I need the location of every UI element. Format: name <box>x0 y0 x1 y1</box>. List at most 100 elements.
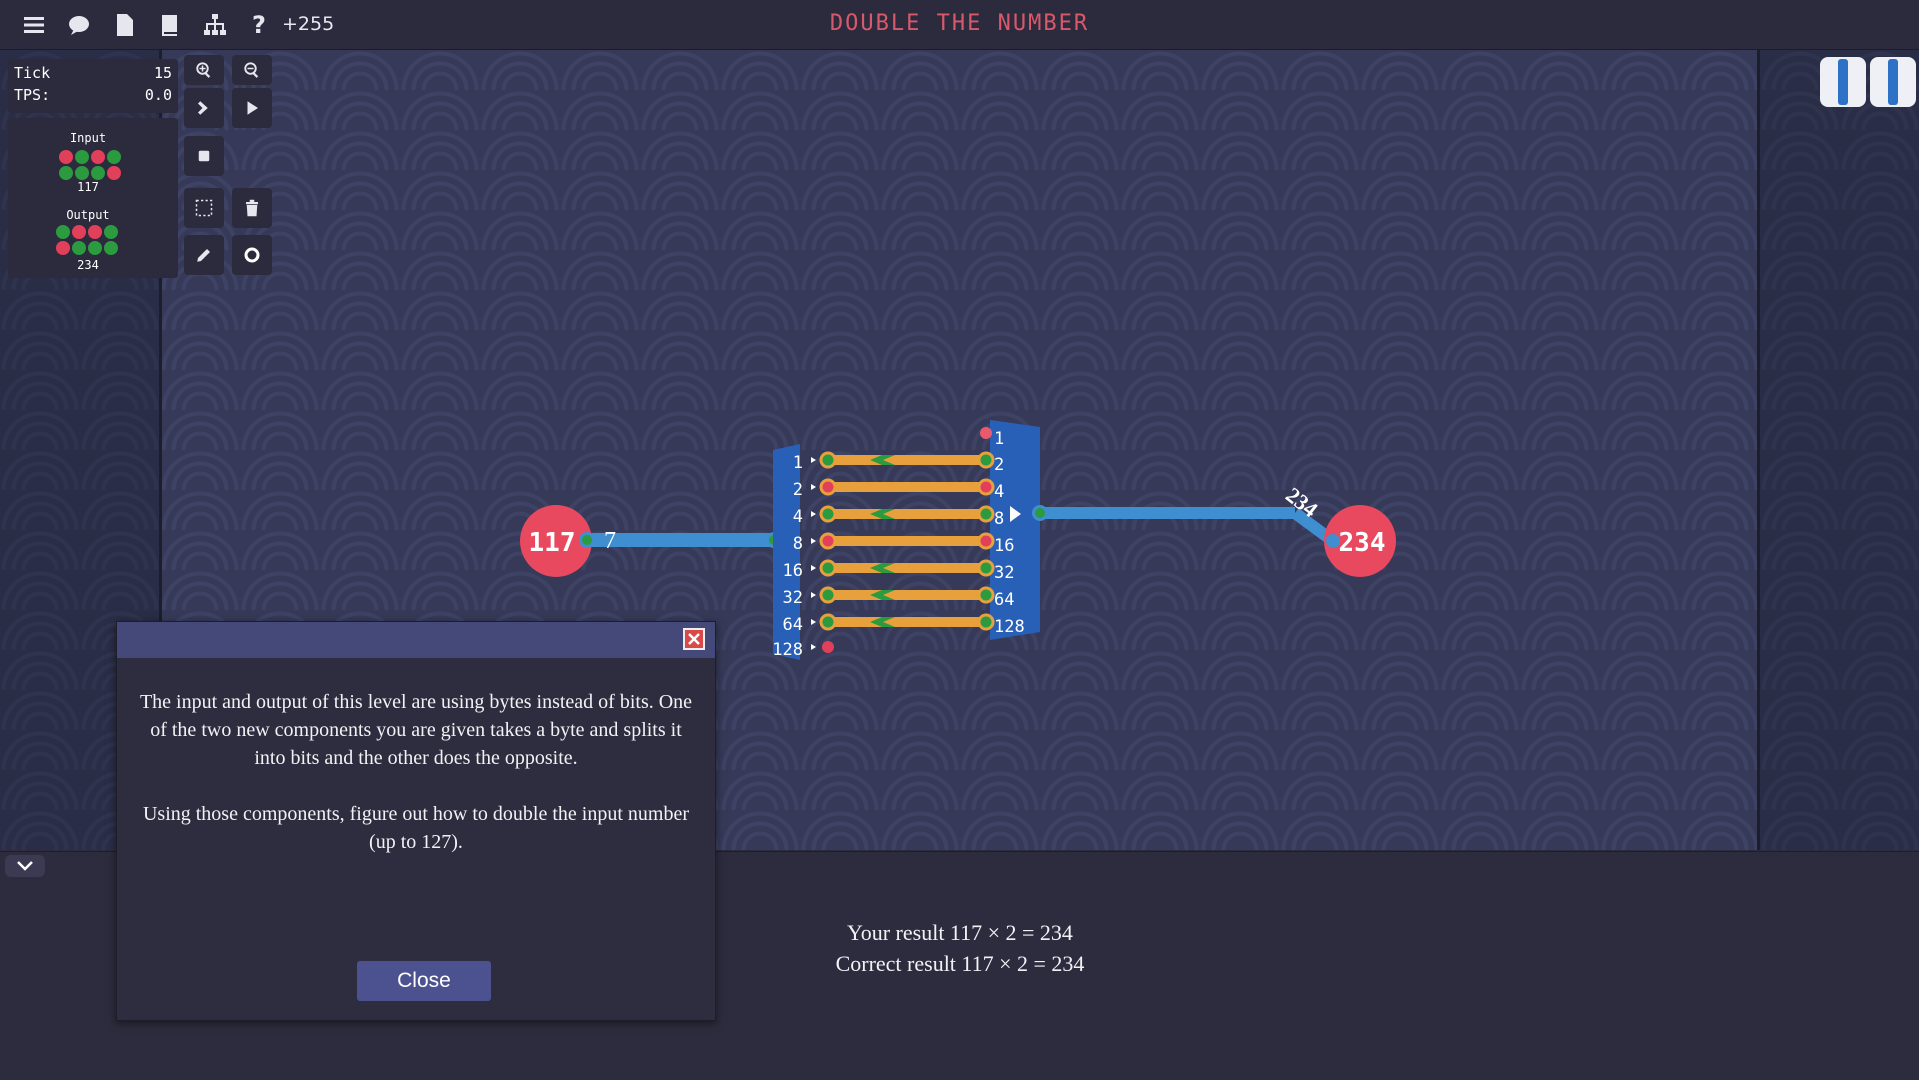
bus-0[interactable] <box>826 455 986 465</box>
maker-pin[interactable] <box>977 613 995 631</box>
dialog-header <box>117 622 715 658</box>
maker-label: 128 <box>994 617 1025 637</box>
splitter-pin[interactable] <box>819 532 837 550</box>
component-bar-icon <box>1838 59 1848 105</box>
bit-indicator <box>75 150 89 164</box>
bit-indicator <box>88 241 102 255</box>
bit-indicator <box>56 241 70 255</box>
correct-result: Correct result 117 × 2 = 234 <box>835 951 1085 976</box>
tps-label: TPS: <box>14 86 51 104</box>
splitter-label: 16 <box>783 561 803 581</box>
bus-5[interactable] <box>826 590 986 600</box>
trash-icon <box>246 199 258 217</box>
maker-label: 32 <box>994 563 1014 583</box>
maker-label: 4 <box>994 482 1004 502</box>
tps-value: 0.0 <box>144 86 172 104</box>
splitter-label: 8 <box>793 534 803 554</box>
bit-indicator <box>56 225 70 239</box>
splitter-label: 64 <box>783 615 803 635</box>
tick-value: 15 <box>153 64 172 82</box>
input-pin-state <box>582 535 592 545</box>
maker-label: 1 <box>994 429 1004 449</box>
bit-indicator <box>104 225 118 239</box>
maker-pin[interactable] <box>977 505 995 523</box>
select-button[interactable] <box>184 188 224 228</box>
wire-tool-button[interactable] <box>184 235 224 275</box>
bit-indicator <box>88 225 102 239</box>
maker-pin[interactable] <box>980 427 992 439</box>
bit-buses <box>826 455 986 627</box>
bit-indicator <box>72 241 86 255</box>
splitter-pin[interactable] <box>819 586 837 604</box>
bit-indicator <box>107 166 121 180</box>
bit-indicator <box>91 150 105 164</box>
bit-indicator <box>107 150 121 164</box>
component-byte-maker[interactable] <box>1870 57 1916 107</box>
tick-label: Tick <box>14 64 51 82</box>
input-wire-label: 7 <box>604 528 616 554</box>
zoom-out-button[interactable] <box>232 55 272 85</box>
splitter-pin[interactable] <box>822 641 834 653</box>
splitter-pin[interactable] <box>819 451 837 469</box>
bit-indicator <box>91 166 105 180</box>
play-button[interactable] <box>232 88 272 128</box>
bit-indicator <box>75 166 89 180</box>
splitter-label: 128 <box>772 640 803 660</box>
dialog-body: The input and output of this level are u… <box>135 688 697 856</box>
input-value: 117 <box>77 180 99 194</box>
delete-button[interactable] <box>232 188 272 228</box>
zoom-in-icon <box>196 62 211 78</box>
bus-4[interactable] <box>826 563 986 573</box>
maker-label: 16 <box>994 536 1014 556</box>
splitter-pin[interactable] <box>819 478 837 496</box>
bit-indicator <box>72 225 86 239</box>
component-byte-splitter[interactable] <box>1820 57 1866 107</box>
output-bits <box>56 225 118 255</box>
your-result: Your result 117 × 2 = 234 <box>847 920 1073 945</box>
pencil-icon <box>197 249 210 262</box>
collapse-button[interactable] <box>5 855 45 877</box>
play-icon <box>247 101 258 115</box>
input-node-value: 117 <box>529 528 576 558</box>
bus-6[interactable] <box>826 617 986 627</box>
splitter-pins <box>819 451 837 653</box>
maker-pin[interactable] <box>977 586 995 604</box>
splitter-pin[interactable] <box>819 559 837 577</box>
stats-panel: Tick 15 TPS: 0.0 <box>8 59 178 113</box>
maker-label: 64 <box>994 590 1014 610</box>
chevron-right-icon <box>198 101 208 115</box>
maker-output-pin-state <box>1035 508 1045 518</box>
chevron-down-icon <box>17 861 33 871</box>
close-button[interactable]: Close <box>357 961 491 1001</box>
input-bits <box>59 150 121 180</box>
splitter-label: 32 <box>783 588 803 608</box>
dialog-close-button[interactable] <box>683 628 705 650</box>
splitter-pin[interactable] <box>819 613 837 631</box>
splitter-label: 1 <box>793 453 803 473</box>
stop-button[interactable] <box>184 136 224 176</box>
step-button[interactable] <box>184 88 224 128</box>
circle-tool-button[interactable] <box>232 235 272 275</box>
output-label: Output <box>66 208 110 222</box>
dialog-paragraph-2: Using those components, figure out how t… <box>142 803 690 853</box>
splitter-label: 4 <box>793 507 803 527</box>
input-label: Input <box>69 131 107 145</box>
maker-label: 8 <box>994 509 1004 529</box>
bus-3[interactable] <box>826 536 986 546</box>
maker-pin[interactable] <box>977 451 995 469</box>
bus-1[interactable] <box>826 482 986 492</box>
maker-pin[interactable] <box>977 559 995 577</box>
bit-indicator <box>59 150 73 164</box>
zoom-in-button[interactable] <box>184 55 224 85</box>
maker-pin[interactable] <box>977 478 995 496</box>
bus-2[interactable] <box>826 509 986 519</box>
output-node-value: 234 <box>1339 528 1386 558</box>
selection-icon <box>195 199 213 217</box>
io-panel: Input 117 Output 234 <box>8 118 178 278</box>
splitter-pin[interactable] <box>819 505 837 523</box>
splitter-label: 2 <box>793 480 803 500</box>
close-icon <box>688 633 700 645</box>
maker-pin[interactable] <box>977 532 995 550</box>
ring-icon <box>244 247 260 263</box>
component-bar-icon <box>1888 59 1898 105</box>
